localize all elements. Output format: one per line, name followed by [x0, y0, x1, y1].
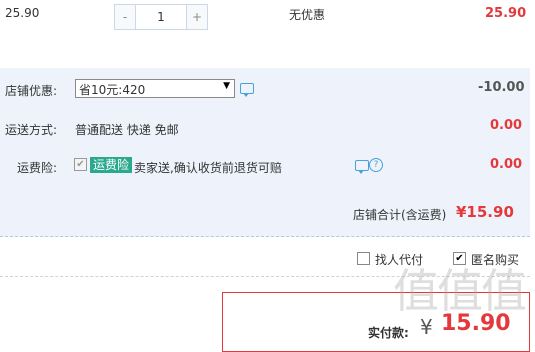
insurance-checkbox[interactable]: ✔ [74, 158, 87, 171]
quantity-input[interactable]: 1 [135, 5, 187, 29]
store-discount-label: 店铺优惠: [5, 84, 58, 98]
decrease-qty-button[interactable]: - [115, 5, 135, 29]
cart-item-row [0, 0, 530, 68]
quantity-stepper[interactable]: - 1 + [114, 4, 208, 30]
increase-qty-button[interactable]: + [187, 5, 207, 29]
dropdown-arrow-icon: ▼ [223, 81, 230, 91]
insurance-amount: 0.00 [490, 157, 523, 172]
insurance-badge: 运费险 [90, 157, 133, 173]
discount-status: 无优惠 [289, 8, 326, 22]
payment-label: 实付款: [368, 326, 409, 340]
insurance-label: 运费险: [17, 161, 58, 175]
insurance-chat-icon[interactable] [355, 160, 369, 174]
store-discount-amount: -10.00 [478, 80, 525, 95]
insurance-description: 卖家送,确认收货前退货可赔 [134, 161, 282, 175]
watermark-logo: 值值值 [393, 264, 527, 318]
help-icon[interactable]: ? [369, 158, 383, 172]
shipping-amount: 0.00 [490, 118, 523, 133]
store-discount-value: 省10元:420 [79, 83, 146, 97]
store-total-amount: ¥15.90 [456, 203, 514, 221]
store-discount-select[interactable]: 省10元:420 ▼ [75, 79, 235, 98]
shipping-label: 运送方式: [5, 123, 58, 137]
chat-icon[interactable] [240, 83, 254, 97]
store-total-label: 店铺合计(含运费) [353, 208, 447, 222]
shipping-method: 普通配送 快递 免邮 [75, 123, 179, 137]
pay-for-me-checkbox[interactable] [357, 252, 370, 265]
item-total: 25.90 [485, 6, 527, 21]
unit-price: 25.90 [5, 6, 40, 20]
